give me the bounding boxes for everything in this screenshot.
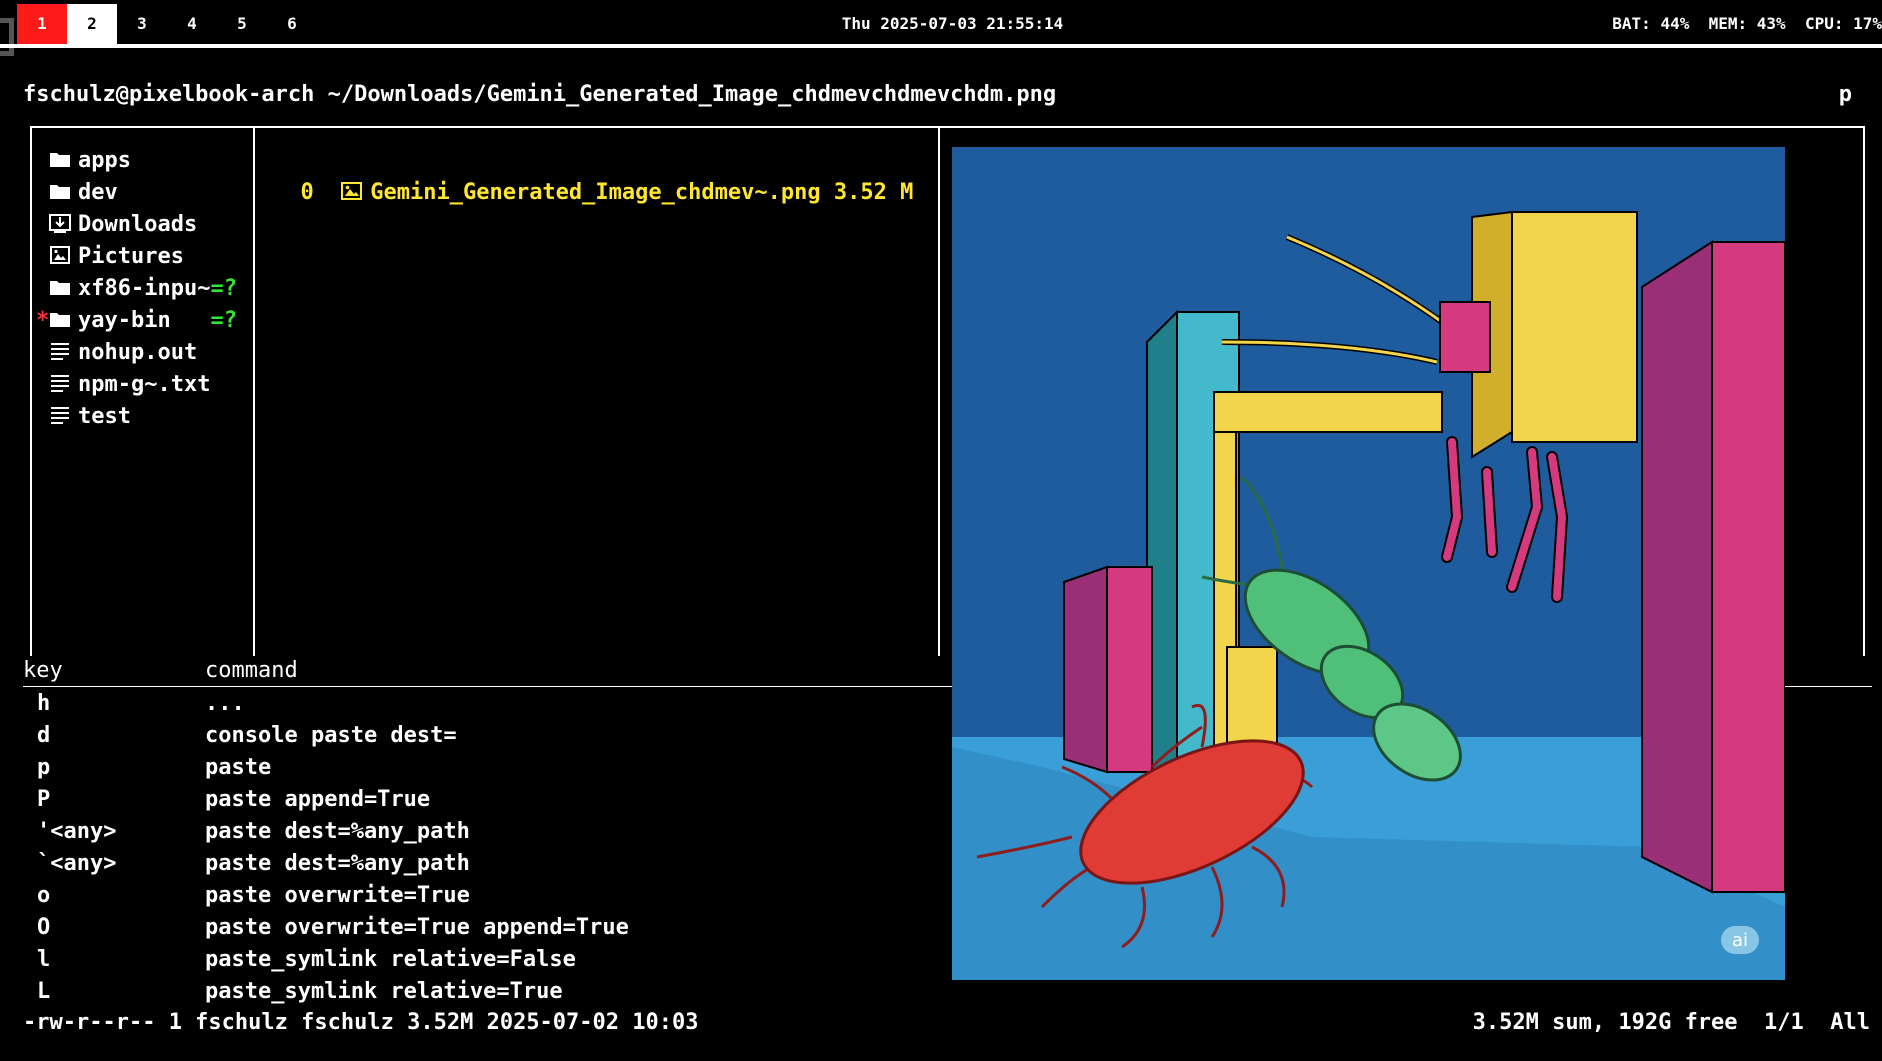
folder-icon (50, 185, 70, 199)
corner-bracket (0, 18, 14, 56)
vcs-status: =? (210, 276, 237, 301)
top-bar: 123456 Thu 2025-07-03 21:55:14 BAT: 44% … (0, 0, 1882, 56)
ai-watermark: ai (1732, 930, 1748, 951)
parent-list-item[interactable]: test (48, 401, 237, 433)
keybinding-key: L (37, 979, 51, 1004)
item-name: Pictures (78, 244, 184, 269)
folder-icon (50, 153, 70, 167)
keybinding-key: h (37, 691, 51, 716)
current-file-row[interactable]: 0 Gemini_Generated_Image_chdmev~.png 3.5… (274, 145, 914, 205)
keybinding-command: paste_symlink relative=False (205, 947, 576, 972)
vcs-status: =? (210, 308, 237, 333)
keybinding-key: '<any> (37, 819, 117, 844)
folder-icon (50, 313, 70, 327)
workspace-5[interactable]: 5 (217, 4, 267, 44)
system-status: BAT: 44% MEM: 43% CPU: 17% (1612, 14, 1882, 33)
workspace-6[interactable]: 6 (267, 4, 317, 44)
column-divider (938, 126, 940, 656)
clock: Thu 2025-07-03 21:55:14 (841, 14, 1064, 33)
workspace-4[interactable]: 4 (167, 4, 217, 44)
file-name: Gemini_Generated_Image_chdmev~.png (370, 180, 821, 205)
command-column-header: command (205, 658, 298, 683)
text-file-icon (51, 375, 69, 392)
parent-directory-list: apps dev Downloads Pictures xf86-inpu~=? * yay… (36, 145, 237, 433)
keybinding-command: console paste dest= (205, 723, 457, 748)
keybinding-key: `<any> (37, 851, 117, 876)
disk-info: 3.52M sum, 192G free 1/1 All (1472, 1010, 1870, 1035)
text-file-icon (51, 343, 69, 360)
image-file-icon (341, 182, 363, 200)
workspace-1[interactable]: 1 (17, 4, 67, 44)
folder-icon (50, 281, 70, 295)
text-file-icon (51, 407, 69, 424)
keybinding-command: paste overwrite=True (205, 883, 470, 908)
item-name: dev (78, 180, 118, 205)
item-name: apps (78, 148, 131, 173)
file-info: -rw-r--r-- 1 fschulz fschulz 3.52M 2025-… (23, 1010, 699, 1035)
parent-list-item[interactable]: npm-g~.txt (48, 369, 237, 401)
keybinding-key: P (37, 787, 51, 812)
ranger-title-mode: p (1838, 82, 1852, 107)
keybinding-command: paste dest=%any_path (205, 851, 470, 876)
parent-list-item[interactable]: nohup.out (48, 337, 237, 369)
parent-list-item[interactable]: dev (48, 177, 237, 209)
keybinding-key: p (37, 755, 51, 780)
item-name: Downloads (78, 212, 198, 237)
keybinding-command: paste dest=%any_path (205, 819, 470, 844)
parent-list-item[interactable]: * yay-bin =? (36, 305, 237, 337)
keybinding-key: l (37, 947, 51, 972)
image-preview: ai (952, 147, 1785, 980)
file-index: 0 (300, 180, 314, 205)
keybinding-command: ... (205, 691, 245, 716)
file-size: 3.52 M (833, 180, 914, 205)
item-name: xf86-inpu~ (78, 276, 211, 301)
keybinding-command: paste overwrite=True append=True (205, 915, 629, 940)
ranger-title: fschulz@pixelbook-arch ~/Downloads/Gemin… (23, 82, 1057, 107)
bar-underline (0, 44, 1882, 48)
parent-list-item[interactable]: Pictures (48, 241, 237, 273)
pictures-icon (50, 246, 70, 264)
keybinding-command: paste append=True (205, 787, 431, 812)
downloads-icon (49, 214, 71, 233)
column-divider (253, 126, 255, 656)
key-column-header: key (23, 658, 63, 683)
keybinding-key: O (37, 915, 51, 940)
keybinding-command: paste (205, 755, 272, 780)
keybinding-key: d (37, 723, 51, 748)
parent-list-item[interactable]: apps (48, 145, 237, 177)
item-name: test (78, 404, 131, 429)
item-name: npm-g~.txt (78, 372, 211, 397)
workspace-2[interactable]: 2 (67, 4, 117, 44)
keybinding-command: paste_symlink relative=True (205, 979, 563, 1004)
item-name: yay-bin (78, 308, 211, 333)
parent-list-item[interactable]: xf86-inpu~=? (48, 273, 237, 305)
item-name: nohup.out (78, 340, 198, 365)
parent-list-item[interactable]: Downloads (48, 209, 237, 241)
keybinding-key: o (37, 883, 51, 908)
workspace-3[interactable]: 3 (117, 4, 167, 44)
